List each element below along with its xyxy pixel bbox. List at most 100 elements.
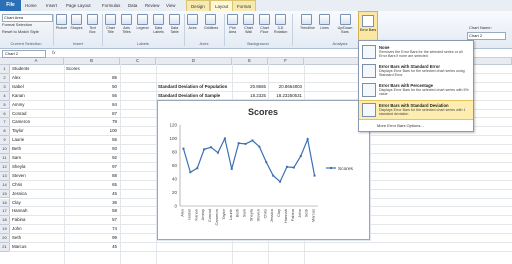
column-header[interactable]: A	[9, 58, 64, 65]
data-table-button[interactable]: Data Table	[168, 14, 181, 34]
3d-rotation-button[interactable]: 3-D Rotation	[274, 14, 287, 34]
stat-value[interactable]: 20.8665	[236, 83, 266, 91]
cell-score[interactable]: 57	[66, 216, 117, 224]
cell-student[interactable]: Ammy	[12, 101, 62, 109]
chart-element-selector[interactable]: Chart Area	[2, 14, 53, 22]
axis-titles-button[interactable]: Axis Titles	[120, 14, 133, 34]
cell-score[interactable]: 100	[66, 127, 117, 135]
cell-score[interactable]: 97	[66, 163, 117, 171]
reset-to-match-style-button[interactable]: Reset to Match Style	[2, 29, 39, 34]
cell-score[interactable]: 79	[66, 118, 117, 126]
cell-student[interactable]: Kanan	[12, 92, 62, 100]
picture-button[interactable]: Picture	[55, 14, 68, 30]
column-header[interactable]: F	[268, 58, 304, 65]
chart-floor-button[interactable]: Chart Floor	[258, 14, 271, 34]
menu-item-percentage[interactable]: Error Bars with Percentage Displays Erro…	[359, 81, 473, 99]
text-box-icon	[87, 14, 98, 25]
cell-score[interactable]: 99	[66, 234, 117, 242]
cell-score[interactable]: 45	[66, 243, 117, 251]
cell-score[interactable]: 58	[66, 207, 117, 215]
cell-score[interactable]: 92	[66, 154, 117, 162]
tab-data[interactable]: Data	[128, 2, 137, 10]
cell-student[interactable]: Hannah	[12, 207, 62, 215]
cell-student[interactable]: Marcus	[12, 243, 62, 251]
cell-student[interactable]: Clay	[12, 199, 62, 207]
error-bars-button[interactable]: Error Bars	[358, 11, 378, 42]
tab-page-layout[interactable]: Page Layout	[66, 2, 91, 10]
cell-student[interactable]: Chris	[12, 181, 62, 189]
cell-score[interactable]: 65	[66, 181, 117, 189]
tab-view[interactable]: View	[166, 2, 175, 10]
cell-student[interactable]: Sheyla	[12, 163, 62, 171]
name-box[interactable]: Chart 2	[2, 50, 46, 58]
scores-chart[interactable]: Scores 0 20 40 60 80 100 120 Alex Isabel Kanan Ammy…	[157, 100, 370, 240]
cell-score[interactable]: 56	[66, 92, 117, 100]
menu-item-standard-error[interactable]: Error Bars with Standard Error Displays …	[359, 62, 473, 80]
cell-student[interactable]: Students	[12, 65, 62, 73]
cell-student[interactable]: Alex	[12, 74, 62, 82]
cell-score[interactable]: 87	[66, 110, 117, 118]
cell-score[interactable]: 74	[66, 225, 117, 233]
cell-student[interactable]: Steven	[12, 172, 62, 180]
cell-student[interactable]: Conrad	[12, 110, 62, 118]
cell-student[interactable]: Jessica	[12, 190, 62, 198]
percentage-icon	[362, 83, 376, 97]
chart-wall-button[interactable]: Chart Wall	[242, 14, 255, 34]
cell-student[interactable]: Fabina	[12, 216, 62, 224]
column-header[interactable]: B	[64, 58, 120, 65]
tab-formulas[interactable]: Formulas	[102, 2, 120, 10]
cell-score[interactable]: 84	[66, 101, 117, 109]
format-selection-button[interactable]: Format Selection	[2, 22, 32, 27]
menu-item-standard-deviation[interactable]: Error Bars with Standard Deviation Displ…	[359, 100, 473, 120]
menu-item-description: Displays Error Bars for the selected cha…	[379, 69, 465, 77]
legend-button[interactable]: Legend	[136, 14, 149, 30]
y-tick-label: 100	[169, 136, 177, 141]
x-tick-label: Taylor	[221, 208, 226, 219]
cell-student[interactable]: Cameron	[12, 118, 62, 126]
tab-review[interactable]: Review	[145, 2, 159, 10]
cell-student[interactable]: Sam	[12, 154, 62, 162]
stat-value[interactable]: 18.23250531	[270, 92, 302, 100]
column-header[interactable]: D	[156, 58, 232, 65]
cell-student[interactable]: Seth	[12, 234, 62, 242]
column-header[interactable]: E	[232, 58, 268, 65]
trendline-button[interactable]: Trendline	[300, 14, 315, 30]
cell-score[interactable]: Scores	[66, 65, 116, 73]
axes-button[interactable]: Axes	[186, 14, 199, 30]
cell-student[interactable]: Isabel	[12, 83, 62, 91]
cell-score[interactable]: 45	[66, 190, 117, 198]
data-labels-button[interactable]: Data Labels	[152, 14, 165, 34]
tab-insert[interactable]: Insert	[46, 2, 57, 10]
stat-value[interactable]: 18.2325	[236, 92, 266, 100]
menu-item-none[interactable]: None Removes the Error Bars for the sele…	[359, 43, 473, 61]
tab-file[interactable]: File	[0, 0, 21, 11]
ribbon-divider	[184, 14, 185, 46]
cell-student[interactable]: Laurie	[12, 136, 62, 144]
legend-label: Legend	[136, 26, 149, 30]
text-box-button[interactable]: Text Box	[86, 14, 99, 34]
chart-title-button[interactable]: Chart Title	[104, 14, 117, 34]
stat-value[interactable]: 20.8664803	[270, 83, 302, 91]
up-down-bars-button[interactable]: Up/Down Bars	[336, 14, 354, 34]
chart-name-input[interactable]: Chart 2	[467, 32, 506, 40]
cell-student[interactable]: John	[12, 225, 62, 233]
y-tick-label: 40	[172, 177, 178, 182]
cell-score[interactable]: 93	[66, 145, 117, 153]
chart-svg: Scores 0 20 40 60 80 100 120 Alex Isabel Kanan Ammy…	[169, 107, 353, 225]
gridlines-button[interactable]: Gridlines	[204, 14, 218, 30]
lines-button[interactable]: Lines	[318, 14, 331, 30]
cell-student[interactable]: Taylor	[12, 127, 62, 135]
cell-score[interactable]: 36	[66, 199, 117, 207]
cell-student[interactable]: Beth	[12, 145, 62, 153]
cell-score[interactable]: 88	[66, 172, 117, 180]
tab-home[interactable]: Home	[25, 2, 37, 10]
column-header[interactable]: C	[120, 58, 156, 65]
cell-score[interactable]: 85	[66, 74, 117, 82]
data-point	[216, 151, 219, 154]
shapes-button[interactable]: Shapes	[70, 14, 83, 30]
plot-area-button[interactable]: Plot Area	[226, 14, 239, 34]
cell-score[interactable]: 55	[66, 136, 117, 144]
more-error-bars-options[interactable]: More Error Bars Options...	[377, 123, 424, 128]
fx-icon[interactable]: fx	[52, 50, 55, 55]
cell-score[interactable]: 50	[66, 83, 117, 91]
